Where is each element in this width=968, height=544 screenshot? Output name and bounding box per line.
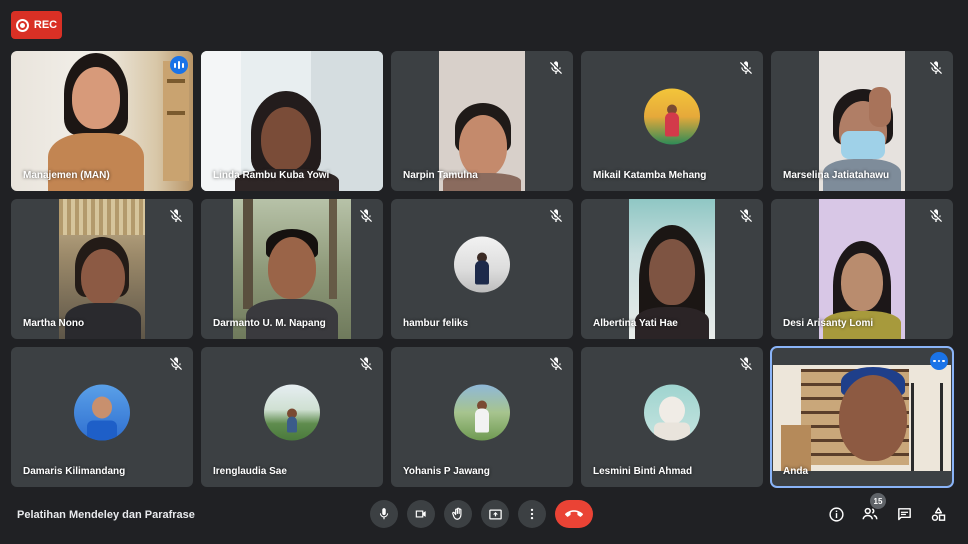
more-options-button[interactable] xyxy=(518,500,546,528)
self-video xyxy=(773,365,951,471)
profile-avatar xyxy=(74,384,130,441)
mic-off-icon xyxy=(928,208,944,224)
camera-icon xyxy=(415,510,426,518)
mic-off-icon xyxy=(928,60,944,76)
participant-name: Desi Arisanty Lomi xyxy=(783,318,874,329)
participant-grid: Manajemen (MAN) Linda Rambu Kuba Yowi Na… xyxy=(11,51,954,488)
participant-name: Anda xyxy=(783,466,808,477)
mic-off-icon xyxy=(738,208,754,224)
record-icon xyxy=(15,18,29,32)
hang-up-button[interactable] xyxy=(555,500,593,528)
mic-off-icon xyxy=(738,60,754,76)
participant-tile[interactable]: Martha Nono xyxy=(11,199,193,339)
profile-avatar xyxy=(644,384,700,441)
meeting-title: Pelatihan Mendeley dan Parafrase xyxy=(17,509,195,521)
participant-tile[interactable]: Manajemen (MAN) xyxy=(11,51,193,191)
participant-name: Darmanto U. M. Napang xyxy=(213,318,326,329)
participant-tile[interactable]: Desi Arisanty Lomi xyxy=(771,199,953,339)
participant-count-badge: 15 xyxy=(870,493,886,509)
raise-hand-button[interactable] xyxy=(444,500,472,528)
activities-icon xyxy=(931,506,945,521)
participant-name: Yohanis P Jawang xyxy=(403,466,490,477)
profile-avatar xyxy=(644,88,700,145)
participant-tile[interactable]: Darmanto U. M. Napang xyxy=(201,199,383,339)
participant-name: Albertina Yati Hae xyxy=(593,318,678,329)
participant-tile[interactable]: Irenglaudia Sae xyxy=(201,347,383,487)
mic-off-icon xyxy=(168,356,184,372)
recording-label: REC xyxy=(33,19,58,31)
meeting-details-button[interactable] xyxy=(826,504,846,524)
mic-off-icon xyxy=(358,208,374,224)
participant-name: Martha Nono xyxy=(23,318,85,329)
participant-name: Mikail Katamba Mehang xyxy=(593,170,707,181)
chat-button[interactable] xyxy=(894,504,914,524)
participant-tile[interactable]: Damaris Kilimandang xyxy=(11,347,193,487)
mic-button[interactable] xyxy=(370,500,398,528)
mic-off-icon xyxy=(548,60,564,76)
participant-tile[interactable]: Linda Rambu Kuba Yowi xyxy=(201,51,383,191)
info-icon xyxy=(828,506,844,522)
mic-off-icon xyxy=(548,356,564,372)
participant-tile[interactable]: Albertina Yati Hae xyxy=(581,199,763,339)
chat-icon xyxy=(897,507,911,520)
participant-tile[interactable]: Yohanis P Jawang xyxy=(391,347,573,487)
participant-name: Lesmini Binti Ahmad xyxy=(593,466,693,477)
mic-icon xyxy=(379,508,389,520)
present-button[interactable] xyxy=(481,500,509,528)
participant-name: Marselina Jatiatahawu xyxy=(783,170,890,181)
control-bar: Pelatihan Mendeley dan Parafrase 15 xyxy=(0,493,968,544)
participant-name: Manajemen (MAN) xyxy=(23,170,110,181)
profile-avatar xyxy=(454,384,510,441)
participant-name: Narpin Tamulna xyxy=(403,170,478,181)
raise-hand-icon xyxy=(452,507,462,520)
participant-tile[interactable]: hambur feliks xyxy=(391,199,573,339)
speaking-indicator-icon xyxy=(170,56,188,74)
mic-off-icon xyxy=(358,356,374,372)
more-options-icon xyxy=(530,508,534,520)
profile-avatar xyxy=(454,236,510,293)
participant-tile[interactable]: Mikail Katamba Mehang xyxy=(581,51,763,191)
hang-up-icon xyxy=(565,510,583,517)
camera-button[interactable] xyxy=(407,500,435,528)
participant-name: Irenglaudia Sae xyxy=(213,466,287,477)
mic-off-icon xyxy=(548,208,564,224)
profile-avatar xyxy=(264,384,320,441)
participant-name: Linda Rambu Kuba Yowi xyxy=(213,170,330,181)
mic-off-icon xyxy=(738,356,754,372)
self-tile[interactable]: Anda xyxy=(770,346,954,488)
present-icon xyxy=(488,509,502,519)
participant-name: hambur feliks xyxy=(403,318,469,329)
participant-tile[interactable]: Narpin Tamulna xyxy=(391,51,573,191)
participant-tile[interactable]: Lesmini Binti Ahmad xyxy=(581,347,763,487)
mic-off-icon xyxy=(168,208,184,224)
activities-button[interactable] xyxy=(928,504,948,524)
recording-indicator: REC xyxy=(11,11,62,39)
participant-name: Damaris Kilimandang xyxy=(23,466,126,477)
more-options-icon[interactable] xyxy=(930,352,948,370)
participant-tile[interactable]: Marselina Jatiatahawu xyxy=(771,51,953,191)
